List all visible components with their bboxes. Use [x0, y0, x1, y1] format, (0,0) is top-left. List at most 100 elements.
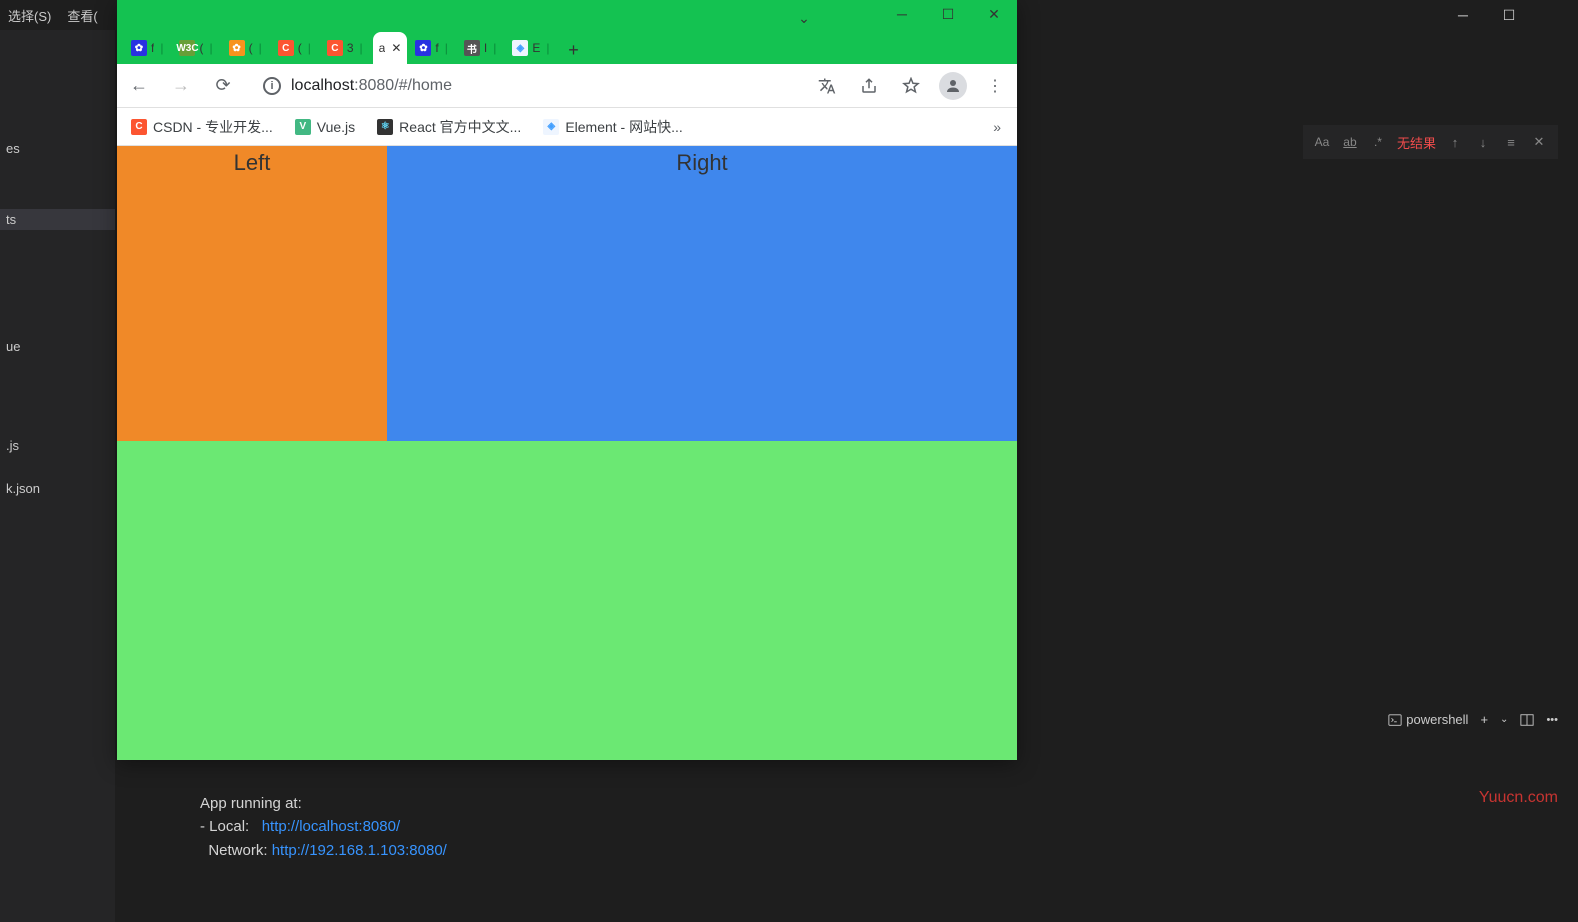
bookmark-item[interactable]: V Vue.js [289, 115, 361, 139]
tab-overflow-icon[interactable]: ⌄ [781, 4, 827, 32]
explorer-file-item[interactable] [0, 110, 115, 116]
minimize-button[interactable]: ─ [879, 0, 925, 28]
bookmark-favicon: C [131, 119, 147, 135]
terminal-add-icon[interactable]: + [1480, 712, 1488, 727]
bookmark-label: Element - 网站快... [565, 117, 682, 137]
vscode-find-bar[interactable]: Aa ab .* 无结果 ↑ ↓ ≡ ✕ [1303, 125, 1558, 159]
bookmark-bar: C CSDN - 专业开发... V Vue.js ⚛ React 官方中文文... ◈El… [117, 108, 1017, 146]
menu-view[interactable]: 查看( [59, 6, 105, 25]
prev-match-icon[interactable]: ↑ [1446, 135, 1464, 150]
address-bar[interactable]: i localhost:8080/#/home [251, 70, 799, 102]
tab[interactable]: ✿(| [223, 32, 270, 64]
bookmark-favicon: V [295, 119, 311, 135]
vscode-close-button[interactable] [1532, 0, 1578, 30]
toolbar-right: ⋮ [813, 72, 1009, 100]
explorer-file-item[interactable]: es [0, 138, 115, 159]
share-icon[interactable] [855, 72, 883, 100]
tab-title: E [532, 41, 540, 55]
tab[interactable]: 书I| [458, 32, 504, 64]
explorer-file-item[interactable]: ue [0, 336, 115, 357]
chrome-toolbar: ← → ⟳ i localhost:8080/#/home ⋮ [117, 64, 1017, 108]
bookmark-item[interactable]: ◈Element - 网站快... [537, 113, 688, 141]
bookmark-item[interactable]: ⚛ React 官方中文文... [371, 113, 527, 141]
bookmark-label: Vue.js [317, 119, 355, 135]
reload-button[interactable]: ⟳ [209, 72, 237, 100]
tab-favicon: ✿ [415, 40, 431, 56]
tab-favicon: C [278, 40, 294, 56]
terminal-shell-label[interactable]: powershell [1388, 712, 1468, 727]
site-info-icon[interactable]: i [263, 77, 281, 95]
bookmark-item[interactable]: C CSDN - 专业开发... [125, 113, 279, 141]
tab-favicon: ✿ [229, 40, 245, 56]
tab[interactable]: ✿f| [125, 32, 171, 64]
terminal-local-url[interactable]: http://localhost:8080/ [262, 818, 400, 835]
tab-title: I [484, 41, 487, 55]
tab[interactable]: C3| [321, 32, 371, 64]
url-path: /#/home [394, 77, 452, 94]
vscode-window-controls: ─ ☐ [1440, 0, 1578, 30]
url-port: :8080 [354, 77, 394, 94]
profile-avatar[interactable] [939, 72, 967, 100]
match-word-icon[interactable]: ab [1341, 135, 1359, 149]
explorer-file-item[interactable]: ts [0, 209, 115, 230]
explorer-file-item[interactable] [0, 252, 115, 258]
tab[interactable]: ✿f| [409, 32, 455, 64]
menu-select[interactable]: 选择(S) [0, 6, 59, 25]
vscode-menubar: 选择(S) 查看( [0, 0, 106, 30]
terminal-panel-header: powershell + ⌄ ••• [1388, 712, 1558, 727]
tab-favicon: ✿ [131, 40, 147, 56]
tab[interactable]: C(| [272, 32, 319, 64]
translate-icon[interactable] [813, 72, 841, 100]
tab-favicon: W3C [179, 40, 195, 56]
explorer-file-item[interactable] [0, 379, 115, 385]
close-button[interactable]: ✕ [971, 0, 1017, 28]
terminal-split-icon[interactable] [1520, 713, 1534, 727]
bookmark-label: CSDN - 专业开发... [153, 117, 273, 137]
vscode-maximize-button[interactable]: ☐ [1486, 0, 1532, 30]
new-tab-button[interactable]: + [559, 36, 587, 64]
explorer-file-item[interactable] [0, 280, 115, 286]
chrome-menu-icon[interactable]: ⋮ [981, 72, 1009, 100]
tab[interactable]: W3C(| [173, 32, 220, 64]
tabstrip: ✿f|W3C(|✿(|C(|C3|a✕✿f|书I|◈E|+ [125, 30, 1009, 64]
vscode-explorer: es ts ue .js k.json [0, 30, 115, 922]
match-case-icon[interactable]: Aa [1313, 135, 1331, 149]
vscode-terminal[interactable]: App running at: - Local: http://localhos… [200, 792, 1558, 863]
explorer-file-item[interactable]: .js [0, 435, 115, 456]
terminal-kill-icon[interactable]: ••• [1546, 714, 1558, 726]
explorer-file-item[interactable] [0, 181, 115, 187]
chrome-titlebar: ⌄ ─ ☐ ✕ ✿f|W3C(|✿(|C(|C3|a✕✿f|书I|◈E|+ [117, 0, 1017, 64]
chrome-window: ⌄ ─ ☐ ✕ ✿f|W3C(|✿(|C(|C3|a✕✿f|书I|◈E|+ ← … [117, 0, 1017, 760]
forward-button[interactable]: → [167, 72, 195, 100]
tab-title: f [435, 41, 438, 55]
bookmark-label: React 官方中文文... [399, 117, 521, 137]
tab-title: ( [298, 41, 302, 55]
bookmark-overflow-icon[interactable]: » [985, 115, 1009, 139]
find-menu-icon[interactable]: ≡ [1502, 135, 1520, 150]
left-panel: Left [117, 146, 387, 441]
back-button[interactable]: ← [125, 72, 153, 100]
regex-icon[interactable]: .* [1369, 135, 1387, 149]
right-panel: Right [387, 146, 1017, 441]
tab-active[interactable]: a✕ [373, 32, 408, 64]
close-find-icon[interactable]: ✕ [1530, 134, 1548, 150]
tab-title: 3 [347, 41, 354, 55]
explorer-file-item[interactable] [0, 308, 115, 314]
tab[interactable]: ◈E| [506, 32, 557, 64]
maximize-button[interactable]: ☐ [925, 0, 971, 28]
tab-title: f [151, 41, 154, 55]
tab-close-icon[interactable]: ✕ [391, 41, 401, 55]
next-match-icon[interactable]: ↓ [1474, 135, 1492, 150]
tab-title: ( [199, 41, 203, 55]
vscode-minimize-button[interactable]: ─ [1440, 0, 1486, 30]
terminal-network-url[interactable]: http://192.168.1.103:8080/ [272, 842, 447, 859]
bottom-panel [117, 441, 1017, 760]
bookmark-favicon: ⚛ [377, 119, 393, 135]
bookmark-star-icon[interactable] [897, 72, 925, 100]
terminal-dropdown-icon[interactable]: ⌄ [1500, 714, 1508, 725]
tab-title: ( [249, 41, 253, 55]
explorer-file-item[interactable]: k.json [0, 478, 115, 499]
tab-favicon: 书 [464, 40, 480, 56]
chrome-window-controls: ⌄ ─ ☐ ✕ [879, 0, 1017, 28]
explorer-file-item[interactable] [0, 407, 115, 413]
